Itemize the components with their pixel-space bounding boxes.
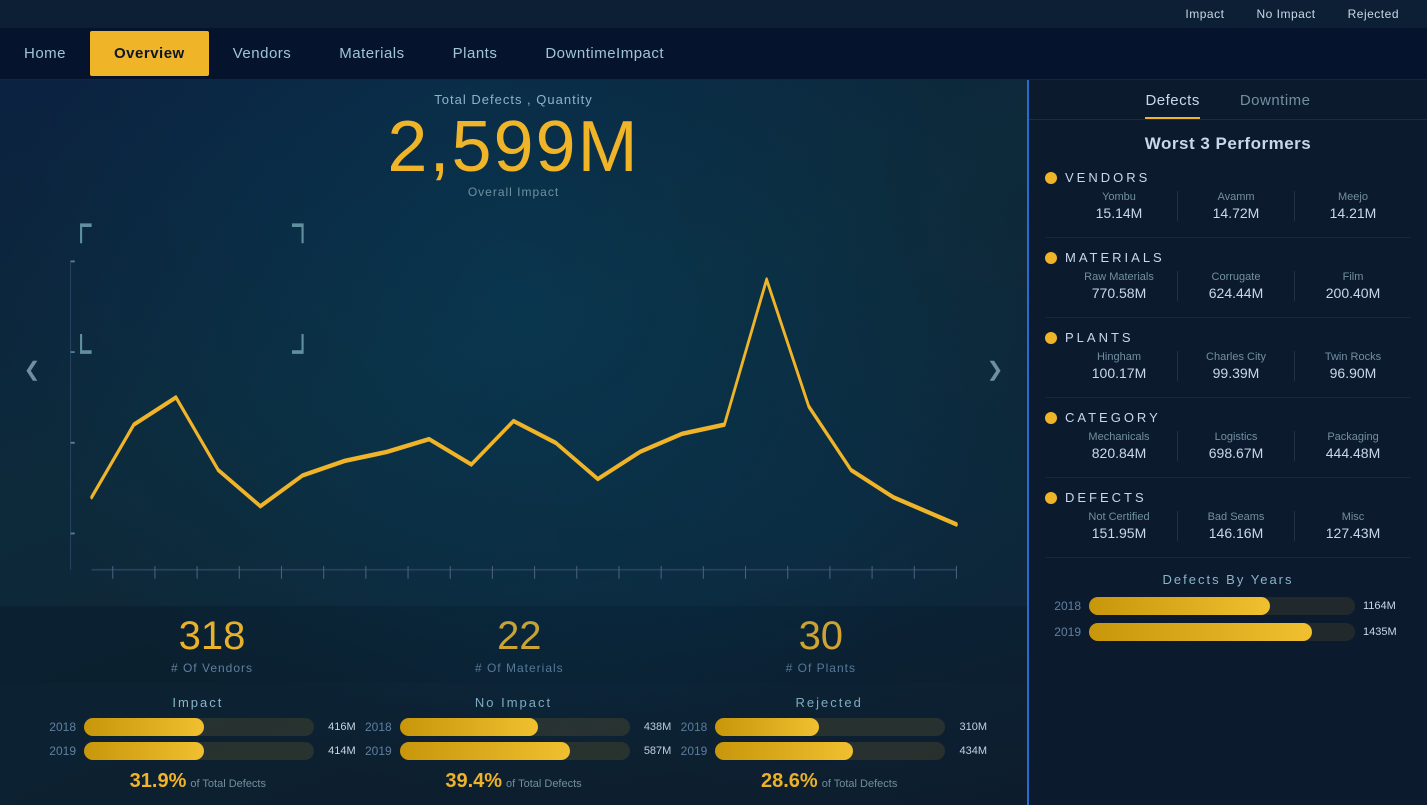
top-filter-bar: Impact No Impact Rejected [0, 0, 1427, 28]
rejected-bar-2018: 2018 310M [671, 718, 987, 736]
plants-items-row: Hingham 100.17M Charles City 99.39M Twin… [1045, 351, 1411, 381]
nav-vendors[interactable]: Vendors [209, 31, 316, 76]
plants-dot [1045, 332, 1057, 344]
impact-filter-btn[interactable]: Impact [1173, 4, 1236, 24]
no-impact-filter-btn[interactable]: No Impact [1244, 4, 1327, 24]
category-logistics: Logistics 698.67M [1182, 431, 1290, 461]
stat-vendors-number: 318 [171, 614, 253, 659]
category-mechanicals: Mechanicals 820.84M [1065, 431, 1173, 461]
stats-row: 318 # Of Vendors 22 # Of Materials 30 # … [0, 606, 1027, 683]
stat-plants: 30 # Of Plants [786, 614, 856, 675]
impact-bar-2018: 2018 416M [40, 718, 356, 736]
stat-vendors: 318 # Of Vendors [171, 614, 253, 675]
plant-hingham: Hingham 100.17M [1065, 351, 1173, 381]
right-panel: Defects Downtime Worst 3 Performers Vend… [1027, 80, 1427, 805]
material-raw: Raw Materials 770.58M [1065, 271, 1173, 301]
category-dot [1045, 412, 1057, 424]
bar-group-impact-title: Impact [172, 695, 223, 710]
defects-by-years-section: Defects By Years 2018 1164M 2019 1435M [1029, 564, 1427, 649]
stat-materials-number: 22 [475, 614, 564, 659]
bar-group-no-impact: No Impact 2018 438M 2019 587M 39.4% [356, 695, 672, 793]
perf-section-defects: Defects Not Certified 151.95M Bad Seams … [1029, 484, 1427, 551]
main-layout: Total Defects , Quantity 2,599M Overall … [0, 80, 1427, 805]
category-items-row: Mechanicals 820.84M Logistics 698.67M Pa… [1045, 431, 1411, 461]
vendor-meejo: Meejo 14.21M [1299, 191, 1407, 221]
chart-subtitle: Overall Impact [468, 185, 559, 199]
defects-section-title: Defects [1065, 490, 1147, 505]
chart-wrapper [60, 207, 967, 606]
nav-overview[interactable]: Overview [90, 31, 209, 76]
dby-2018: 2018 1164M [1045, 597, 1411, 615]
vendors-items-row: Yombu 15.14M Avamm 14.72M Meejo 14.21M [1045, 191, 1411, 221]
materials-section-title: Materials [1065, 250, 1165, 265]
stat-plants-label: # Of Plants [786, 661, 856, 675]
bar-group-rejected-title: Rejected [796, 695, 863, 710]
rejected-pct: 28.6% of Total Defects [761, 770, 897, 793]
bar-group-impact: Impact 2018 416M 2019 414M 31.9% [40, 695, 356, 793]
nav-downtime-impact[interactable]: DowntimeImpact [521, 31, 688, 76]
defect-misc: Misc 127.43M [1299, 511, 1407, 541]
bars-section: Impact 2018 416M 2019 414M 31.9% [0, 683, 1027, 805]
plants-section-title: Plants [1065, 330, 1134, 345]
nav-materials[interactable]: Materials [315, 31, 428, 76]
material-film: Film 200.40M [1299, 271, 1407, 301]
impact-pct: 31.9% of Total Defects [130, 770, 266, 793]
nav-bar: Home Overview Vendors Materials Plants D… [0, 28, 1427, 80]
category-packaging: Packaging 444.48M [1299, 431, 1407, 461]
chart-title: Total Defects , Quantity [434, 92, 592, 107]
left-panel: Total Defects , Quantity 2,599M Overall … [0, 80, 1027, 805]
dby-2019: 2019 1435M [1045, 623, 1411, 641]
perf-section-plants: Plants Hingham 100.17M Charles City 99.3… [1029, 324, 1427, 391]
chart-prev-arrow[interactable]: ❮ [16, 353, 48, 385]
rejected-bar-2019: 2019 434M [671, 742, 987, 760]
defects-by-years-title: Defects By Years [1045, 572, 1411, 587]
vendor-yombu: Yombu 15.14M [1065, 191, 1173, 221]
stat-vendors-label: # Of Vendors [171, 661, 253, 675]
vendors-dot [1045, 172, 1057, 184]
perf-section-vendors: Vendors Yombu 15.14M Avamm 14.72M Meejo … [1029, 164, 1427, 231]
materials-items-row: Raw Materials 770.58M Corrugate 624.44M … [1045, 271, 1411, 301]
materials-dot [1045, 252, 1057, 264]
chart-next-arrow[interactable]: ❯ [979, 353, 1011, 385]
plant-charles-city: Charles City 99.39M [1182, 351, 1290, 381]
bar-group-no-impact-title: No Impact [475, 695, 552, 710]
tab-downtime[interactable]: Downtime [1240, 92, 1311, 119]
stat-materials-label: # Of Materials [475, 661, 564, 675]
worst-performers-title: Worst 3 Performers [1029, 120, 1427, 164]
material-corrugate: Corrugate 624.44M [1182, 271, 1290, 301]
right-panel-tabs: Defects Downtime [1029, 80, 1427, 120]
rejected-filter-btn[interactable]: Rejected [1336, 4, 1411, 24]
category-section-title: Category [1065, 410, 1161, 425]
defects-items-row: Not Certified 151.95M Bad Seams 146.16M … [1045, 511, 1411, 541]
stat-materials: 22 # Of Materials [475, 614, 564, 675]
defects-dot [1045, 492, 1057, 504]
vendors-section-title: Vendors [1065, 170, 1150, 185]
line-chart-svg [60, 207, 967, 606]
chart-big-number: 2,599M [387, 111, 639, 183]
no-impact-pct: 39.4% of Total Defects [445, 770, 581, 793]
perf-section-materials: Materials Raw Materials 770.58M Corrugat… [1029, 244, 1427, 311]
vendor-avamm: Avamm 14.72M [1182, 191, 1290, 221]
bar-group-rejected: Rejected 2018 310M 2019 434M 28.6% [671, 695, 987, 793]
nav-home[interactable]: Home [0, 31, 90, 76]
perf-section-category: Category Mechanicals 820.84M Logistics 6… [1029, 404, 1427, 471]
no-impact-bar-2018: 2018 438M [356, 718, 672, 736]
chart-section: Total Defects , Quantity 2,599M Overall … [0, 80, 1027, 606]
no-impact-bar-2019: 2019 587M [356, 742, 672, 760]
plant-twin-rocks: Twin Rocks 96.90M [1299, 351, 1407, 381]
impact-bar-2019: 2019 414M [40, 742, 356, 760]
stat-plants-number: 30 [786, 614, 856, 659]
tab-defects[interactable]: Defects [1145, 92, 1199, 119]
defect-not-certified: Not Certified 151.95M [1065, 511, 1173, 541]
nav-plants[interactable]: Plants [429, 31, 522, 76]
defect-bad-seams: Bad Seams 146.16M [1182, 511, 1290, 541]
